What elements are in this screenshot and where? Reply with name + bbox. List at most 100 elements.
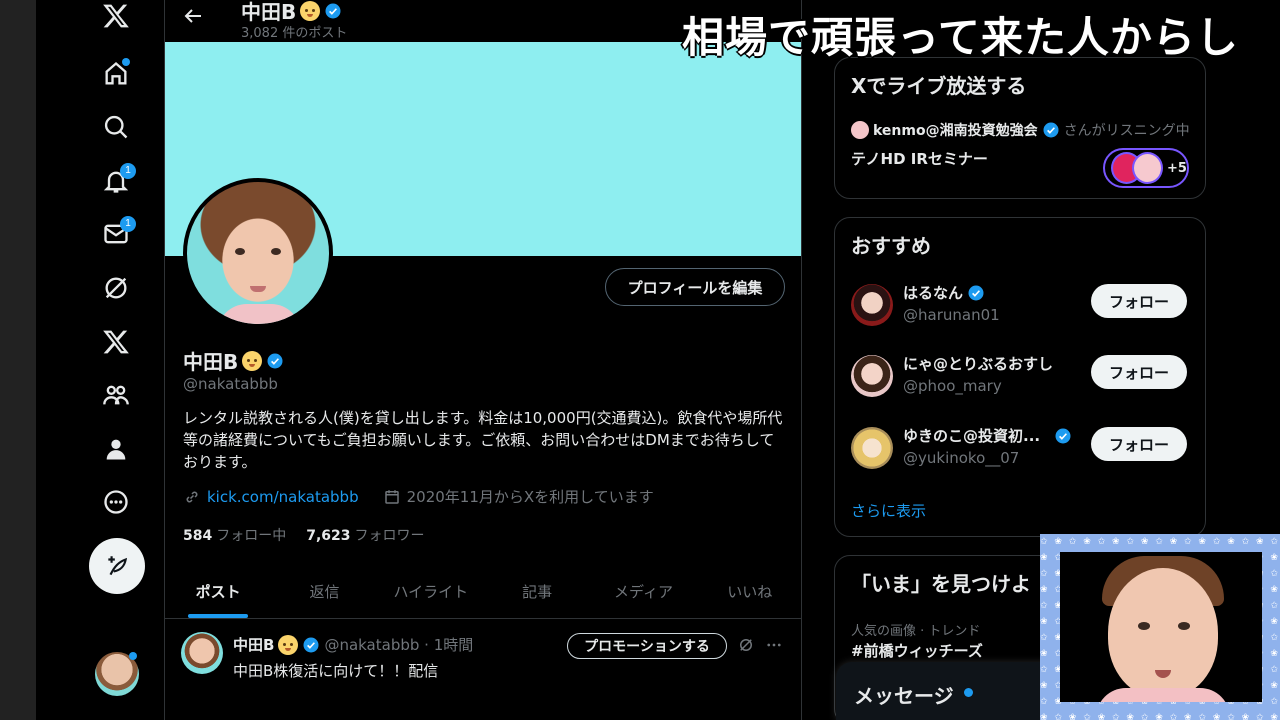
recommend-avatar[interactable] [851, 427, 893, 469]
listening-line: kenmo@湘南投資勉強会 さんがリスニング中 [851, 120, 1190, 140]
listener-avatar [851, 121, 869, 139]
recommend-handle: @yukinoko__07 [903, 449, 1020, 467]
notifications-icon[interactable]: 1 [96, 161, 136, 201]
promote-button[interactable]: プロモーションする [567, 633, 727, 659]
avatar-eye-right [271, 248, 281, 255]
trend-context: 人気の画像 · トレンド [851, 624, 981, 639]
recommend-name-row: はるなん [903, 282, 985, 303]
notifications-badge: 1 [120, 163, 136, 179]
tab-articles[interactable]: 記事 [484, 565, 590, 618]
profile-avatar[interactable] [183, 178, 333, 328]
search-icon[interactable] [96, 107, 136, 147]
home-icon[interactable] [96, 54, 136, 94]
recommend-avatar[interactable] [851, 355, 893, 397]
tab-media[interactable]: メディア [590, 565, 696, 618]
post-handle-time: @nakatabbb · 1時間 [324, 636, 474, 654]
link-icon [186, 491, 198, 502]
follow-button[interactable]: フォロー [1091, 427, 1187, 461]
recommend-name: ゆきのこ@投資初... [903, 427, 1041, 445]
verified-badge-icon [1055, 428, 1071, 443]
verified-badge-icon [1043, 122, 1059, 138]
follow-stats: 584 フォロー中 7,623 フォロワー [183, 525, 425, 545]
baby-emoji-icon [278, 634, 299, 655]
messages-badge: 1 [120, 216, 136, 232]
tab-highlights[interactable]: ハイライト [378, 565, 484, 618]
verified-badge-icon[interactable] [266, 352, 284, 370]
account-dot [129, 652, 137, 660]
back-arrow-icon[interactable] [181, 4, 205, 28]
feather-plus-icon [108, 556, 128, 576]
messages-drawer-label: メッセージ [854, 684, 954, 708]
messages-icon[interactable]: 1 [96, 214, 136, 254]
profile-meta: kick.com/nakatabbb 2020年11月からXを利用しています [183, 486, 654, 507]
profile-name: 中田B [183, 350, 239, 374]
recommend-name-row: にゃ@とりぶるおすし [903, 353, 1053, 374]
sidebar-nav: 1 1 [36, 0, 164, 720]
recommend-title: おすすめ [851, 234, 931, 258]
calendar-icon [384, 489, 399, 504]
verified-badge-icon [968, 285, 984, 300]
webcam-eye-left [1138, 622, 1150, 630]
profile-column: 中田B 3,082 件のポスト プロフィールを編集 中田B @nakatabbb… [164, 0, 802, 720]
participant-avatar [1132, 152, 1164, 184]
x-logo-icon[interactable] [96, 0, 136, 36]
account-avatar[interactable] [95, 652, 139, 696]
listener-name[interactable]: kenmo@湘南投資勉強会 [873, 120, 1038, 140]
participant-extra-count: +5 [1167, 160, 1187, 176]
post-author-name[interactable]: 中田B [233, 634, 274, 655]
tab-likes[interactable]: いいね [697, 565, 801, 618]
webcam-video [1060, 552, 1262, 702]
more-options-icon[interactable] [763, 634, 785, 656]
communities-icon[interactable] [96, 375, 136, 415]
webcam-shirt [1096, 688, 1230, 702]
stream-overlay-title: 相場で頑張って来た人からし [682, 13, 1239, 62]
webcam-eye-right [1178, 622, 1190, 630]
follow-button[interactable]: フォロー [1091, 355, 1187, 389]
more-icon[interactable] [96, 482, 136, 522]
profile-link[interactable]: kick.com/nakatabbb [207, 488, 359, 506]
followers-count: 7,623 [306, 528, 351, 544]
messages-unread-dot [964, 688, 973, 697]
recommend-avatar[interactable] [851, 284, 893, 326]
grok-explain-icon[interactable] [735, 634, 757, 656]
grok-icon[interactable] [96, 268, 136, 308]
avatar-shirt [217, 304, 301, 324]
following-count: 584 [183, 528, 213, 544]
who-to-follow-card: おすすめ はるなん @harunan01 フォロー にゃ@とりぶるおすし @ph… [834, 217, 1206, 537]
tab-posts[interactable]: ポスト [165, 565, 271, 618]
show-more-link[interactable]: さらに表示 [851, 500, 926, 521]
premium-x-icon[interactable] [96, 322, 136, 362]
follow-button[interactable]: フォロー [1091, 284, 1187, 318]
recommend-user[interactable]: ゆきのこ@投資初... @yukinoko__07 フォロー [851, 425, 1191, 475]
tab-replies[interactable]: 返信 [271, 565, 377, 618]
post-text: 中田B株復活に向けて！！配信 [233, 662, 439, 680]
avatar-eye-left [235, 248, 245, 255]
profile-name-row: 中田B [183, 346, 284, 375]
avatar-mouth [250, 286, 266, 292]
baby-emoji-icon [242, 350, 263, 371]
followers-link[interactable]: 7,623 フォロワー [306, 525, 424, 545]
webcam-face [1108, 568, 1218, 698]
profile-tabs: ポスト 返信 ハイライト 記事 メディア いいね [165, 565, 801, 619]
post-count: 3,082 件のポスト [241, 26, 348, 41]
verified-badge-icon [325, 3, 341, 18]
baby-emoji-icon [300, 0, 321, 21]
trends-title: 「いま」を見つけよ [851, 572, 1031, 596]
space-participants-button[interactable]: +5 [1103, 148, 1189, 188]
post-avatar[interactable] [181, 632, 223, 674]
trend-tag[interactable]: #前橋ウィッチーズ [851, 640, 983, 661]
profile-icon[interactable] [96, 429, 136, 469]
profile-bio: レンタル説教される人(僕)を貸し出します。料金は10,000円(交通費込)。飲食… [183, 409, 783, 471]
recommend-user[interactable]: にゃ@とりぶるおすし @phoo_mary フォロー [851, 353, 1191, 403]
edit-profile-button[interactable]: プロフィールを編集 [605, 268, 785, 306]
following-link[interactable]: 584 フォロー中 [183, 525, 286, 545]
followers-label: フォロワー [354, 528, 425, 544]
recommend-name: はるなん [903, 284, 964, 302]
pinned-post[interactable]: 中田B @nakatabbb · 1時間 プロモーションする 中田B株復活に向け… [165, 620, 801, 720]
compose-post-button[interactable] [89, 538, 145, 594]
joined-date: 2020年11月からXを利用しています [406, 488, 654, 506]
recommend-name-row: ゆきのこ@投資初... [903, 425, 1072, 446]
space-title[interactable]: テノHD IRセミナー [851, 148, 988, 169]
recommend-user[interactable]: はるなん @harunan01 フォロー [851, 282, 1191, 332]
post-header: 中田B @nakatabbb · 1時間 [233, 634, 473, 655]
